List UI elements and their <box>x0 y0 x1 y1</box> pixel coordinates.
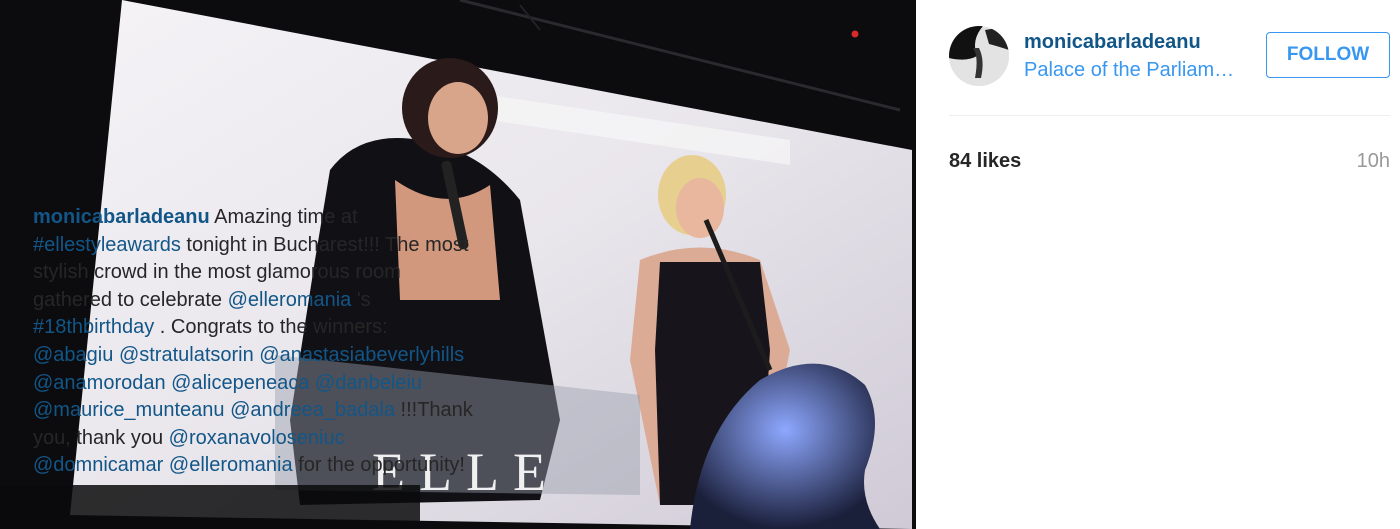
mention-link[interactable]: @maurice_munteanu <box>33 399 225 421</box>
post-header: monicabarladeanu Palace of the Parliamen… <box>949 0 1390 116</box>
post-time[interactable]: 10h <box>1357 150 1390 173</box>
post-sidebar: monicabarladeanu Palace of the Parliamen… <box>916 0 1400 529</box>
hashtag-link[interactable]: #18thbirthday <box>33 316 154 338</box>
mention-link[interactable]: @roxanavoloseniuc <box>169 427 345 449</box>
caption-text: . Congrats to the winners: <box>154 316 388 339</box>
caption-text: for the opportunity! <box>292 454 465 477</box>
caption-username-link[interactable]: monicabarladeanu <box>33 206 210 228</box>
mention-link[interactable]: @danbeleiu <box>315 372 422 394</box>
caption-text: Amazing time at <box>209 206 358 228</box>
follow-button[interactable]: FOLLOW <box>1266 32 1390 78</box>
user-avatar-icon[interactable] <box>949 26 1009 86</box>
user-block: monicabarladeanu Palace of the Parliamen… <box>1024 30 1239 83</box>
likes-count[interactable]: 84 likes <box>949 150 1021 173</box>
mention-link[interactable]: @anamorodan <box>33 372 166 394</box>
mention-link[interactable]: @alicepeneaca <box>171 372 309 394</box>
hashtag-link[interactable]: #ellestyleawards <box>33 234 181 256</box>
mention-link[interactable]: @domnicamar <box>33 454 163 476</box>
mention-link[interactable]: @stratulatsorin <box>119 344 254 366</box>
post-stats: 84 likes 10h <box>949 116 1390 176</box>
mention-link[interactable]: @anastasiabeverlyhills <box>259 344 464 366</box>
mention-link[interactable]: @andreea_badala <box>230 399 395 421</box>
mention-link[interactable]: @elleromania <box>169 454 293 476</box>
username-link[interactable]: monicabarladeanu <box>1024 30 1239 54</box>
caption-text: 's <box>351 288 371 311</box>
mention-link[interactable]: @elleromania <box>228 289 352 311</box>
location-link[interactable]: Palace of the Parliament <box>1024 57 1239 83</box>
mention-link[interactable]: @abagiu <box>33 344 113 366</box>
post-caption: monicabarladeanu Amazing time at #ellest… <box>33 204 473 480</box>
